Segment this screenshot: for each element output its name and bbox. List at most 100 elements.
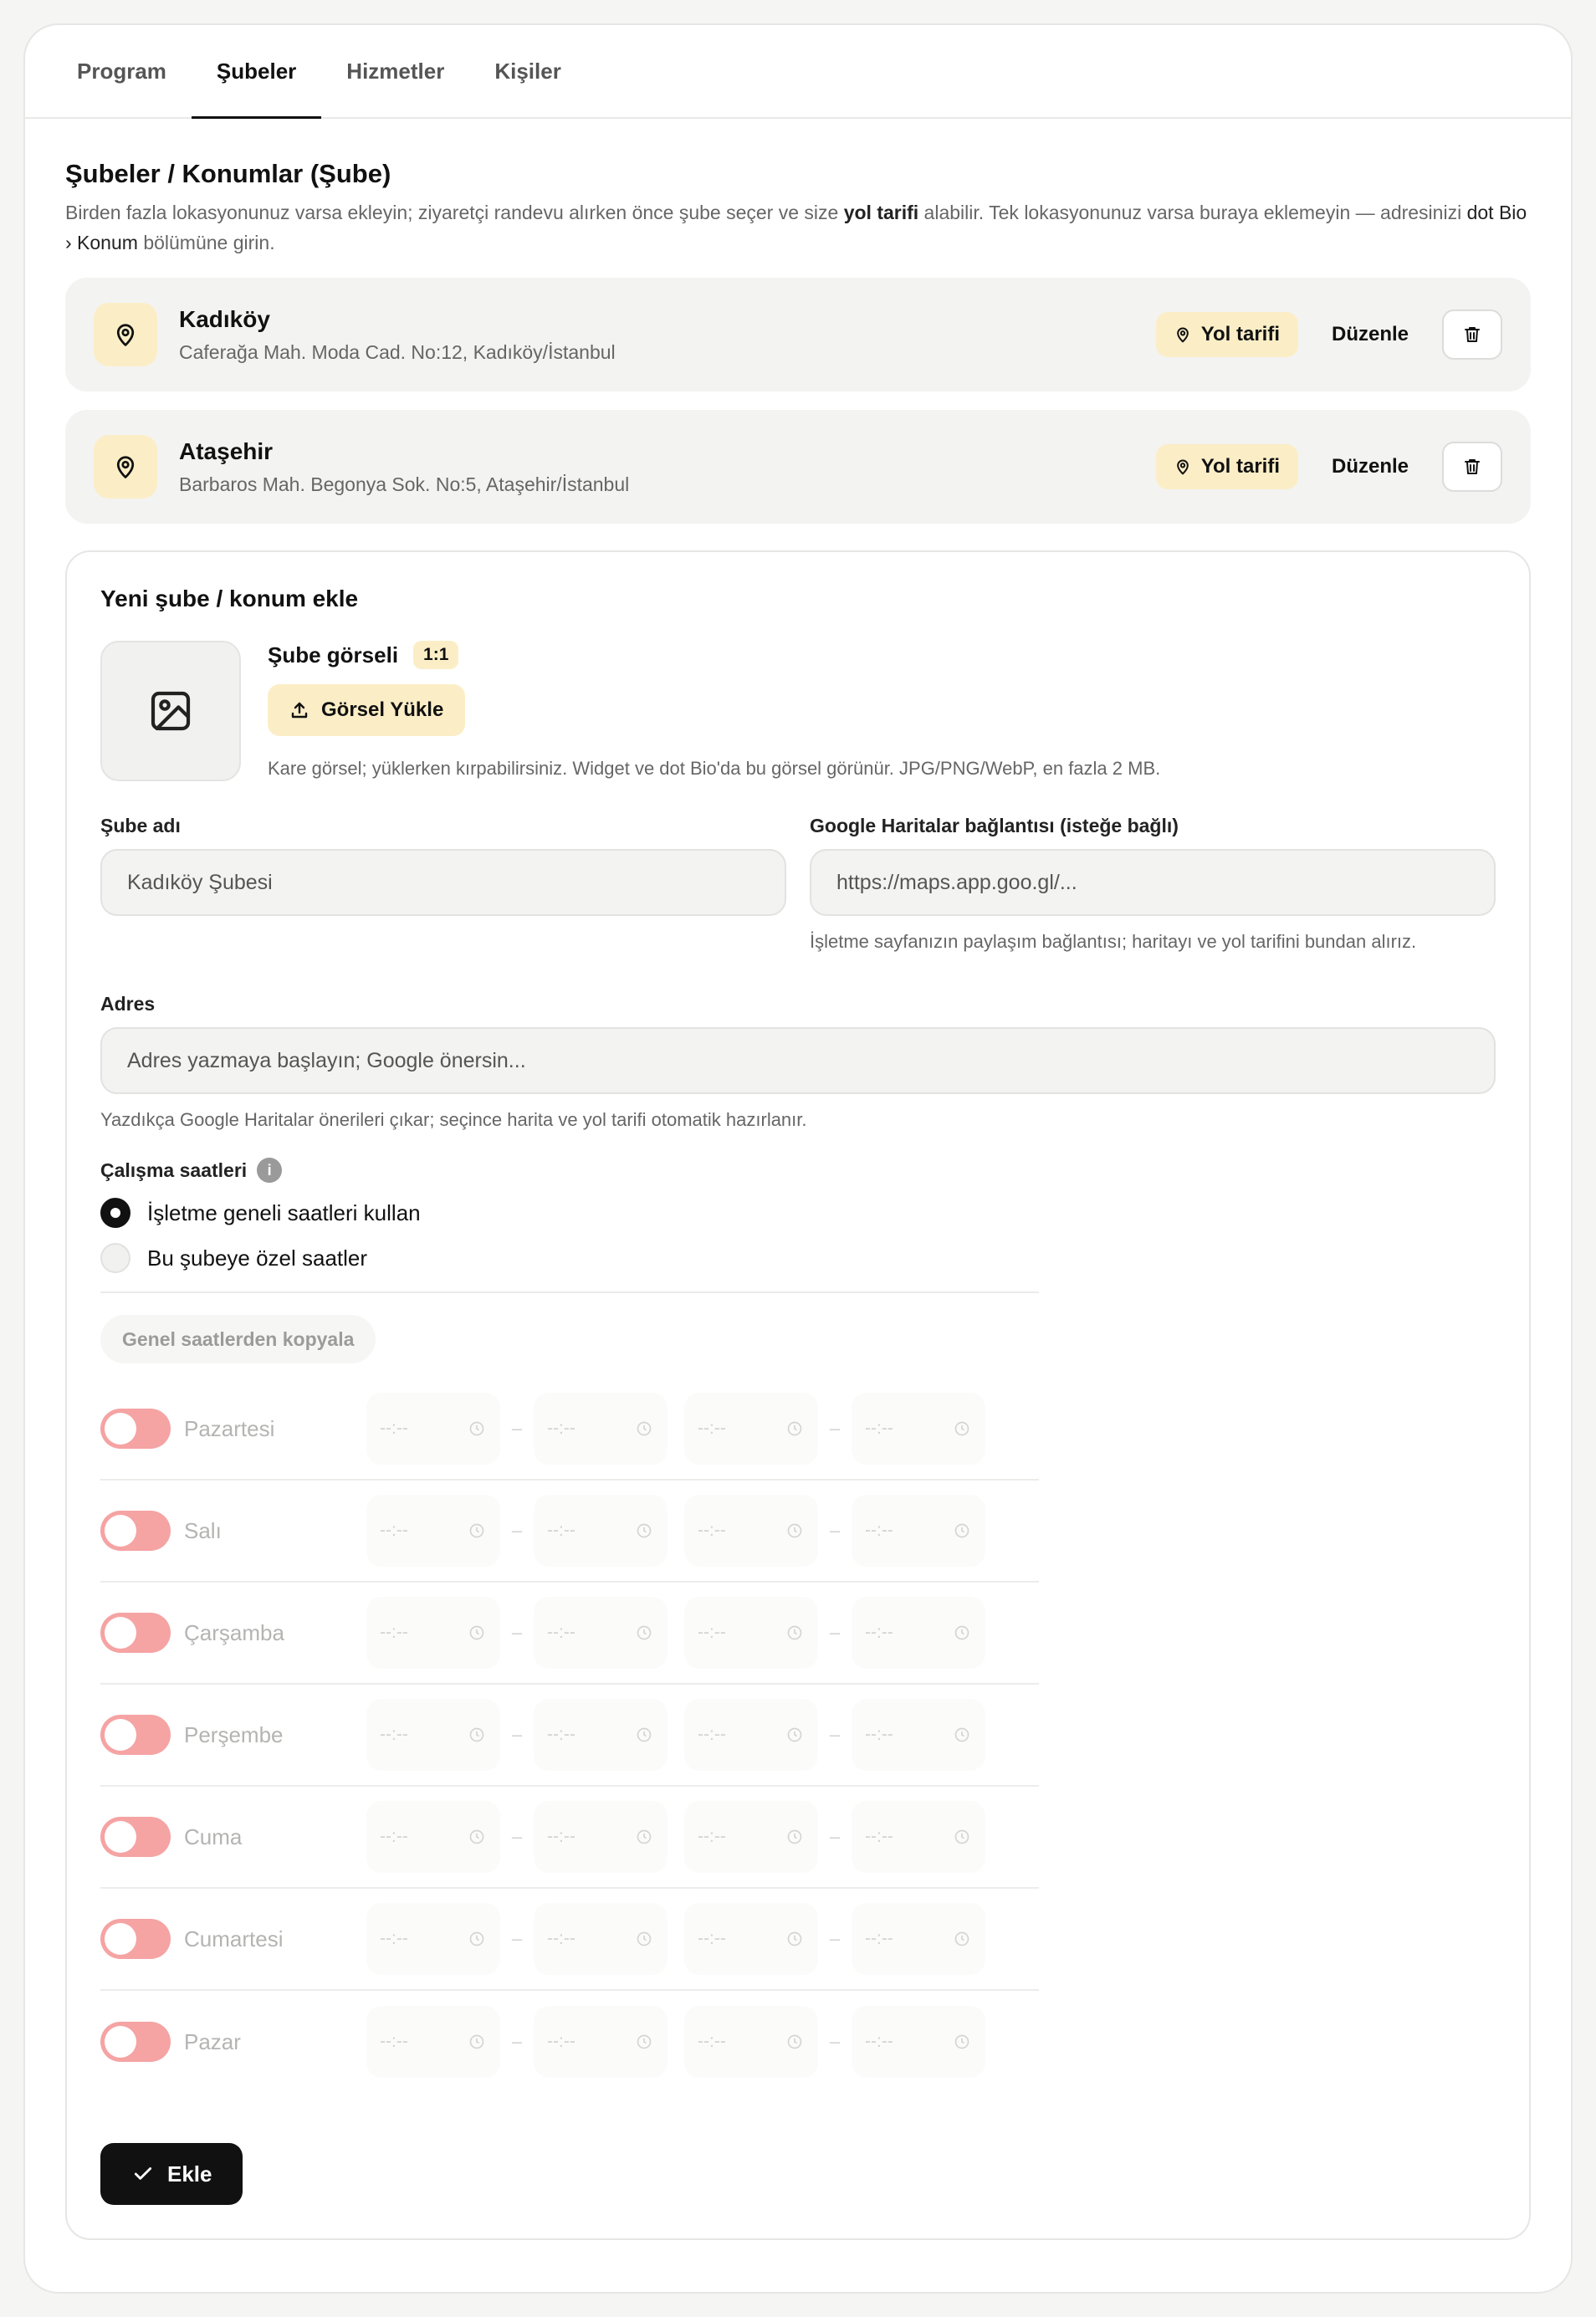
branch-info: Ataşehir Barbaros Mah. Begonya Sok. No:5… <box>179 438 1156 496</box>
time-input[interactable]: --:-- <box>684 2006 818 2078</box>
radio-option-general-hours[interactable]: İşletme geneli saatleri kullan <box>100 1198 1496 1228</box>
range-dash: – <box>829 1418 841 1439</box>
add-label: Ekle <box>167 2161 212 2187</box>
tab-program[interactable]: Program <box>52 25 192 117</box>
time-input[interactable]: --:-- <box>534 1597 668 1669</box>
time-input[interactable]: --:-- <box>534 1801 668 1873</box>
time-input[interactable]: --:-- <box>852 1903 985 1975</box>
add-button[interactable]: Ekle <box>100 2143 243 2205</box>
clock-icon <box>787 1931 802 1946</box>
range-dash: – <box>511 1520 523 1541</box>
radio-button[interactable] <box>100 1243 130 1273</box>
day-toggle[interactable] <box>100 1817 171 1857</box>
maps-link-input[interactable]: https://maps.app.goo.gl/... <box>810 849 1496 916</box>
time-input[interactable]: --:-- <box>684 1903 818 1975</box>
day-toggle[interactable] <box>100 2022 171 2062</box>
day-toggle[interactable] <box>100 1511 171 1551</box>
working-hours-heading: Çalışma saatleri i <box>100 1158 1496 1183</box>
time-input[interactable]: --:-- <box>366 1597 500 1669</box>
time-input[interactable]: --:-- <box>852 1597 985 1669</box>
time-input[interactable]: --:-- <box>852 1495 985 1567</box>
address-input[interactable]: Adres yazmaya başlayın; Google önersin..… <box>100 1027 1496 1094</box>
tab-branches[interactable]: Şubeler <box>191 25 322 119</box>
time-placeholder: --:-- <box>698 1929 726 1948</box>
time-placeholder: --:-- <box>547 2032 575 2051</box>
time-placeholder: --:-- <box>547 1521 575 1540</box>
image-placeholder[interactable] <box>100 641 241 781</box>
range-dash: – <box>511 1418 523 1439</box>
time-placeholder: --:-- <box>698 1827 726 1846</box>
info-icon[interactable]: i <box>257 1158 283 1183</box>
time-input[interactable]: --:-- <box>534 2006 668 2078</box>
clock-icon <box>787 1625 802 1640</box>
time-placeholder: --:-- <box>865 1623 893 1642</box>
time-input[interactable]: --:-- <box>852 2006 985 2078</box>
time-placeholder: --:-- <box>865 1725 893 1744</box>
check-icon <box>134 2167 152 2180</box>
time-input[interactable]: --:-- <box>852 1801 985 1873</box>
time-input[interactable]: --:-- <box>684 1699 818 1771</box>
branch-info: Kadıköy Caferağa Mah. Moda Cad. No:12, K… <box>179 306 1156 364</box>
time-input[interactable]: --:-- <box>852 1393 985 1465</box>
edit-button[interactable]: Düzenle <box>1332 455 1409 478</box>
time-placeholder: --:-- <box>547 1827 575 1846</box>
location-pin-icon <box>94 303 157 366</box>
day-toggle[interactable] <box>100 1409 171 1449</box>
day-toggle[interactable] <box>100 1613 171 1653</box>
range-dash: – <box>829 1826 841 1847</box>
clock-icon <box>469 1523 484 1538</box>
clock-icon <box>787 1421 802 1436</box>
clock-icon <box>469 1829 484 1844</box>
image-label-row: Şube görseli 1:1 <box>268 641 1160 669</box>
day-row: Pazartesi --:-- – --:-- --:-- – --:-- <box>100 1378 1039 1481</box>
time-input[interactable]: --:-- <box>684 1801 818 1873</box>
day-toggle[interactable] <box>100 1919 171 1959</box>
time-input[interactable]: --:-- <box>366 1495 500 1567</box>
range-dash: – <box>511 1724 523 1745</box>
tab-people[interactable]: Kişiler <box>469 25 586 117</box>
day-toggle[interactable] <box>100 1715 171 1755</box>
image-info: Şube görseli 1:1 Görsel Yükle Kare görse… <box>268 641 1160 781</box>
time-input[interactable]: --:-- <box>534 1903 668 1975</box>
clock-icon <box>787 2034 802 2049</box>
section-description: Birden fazla lokasyonunuz varsa ekleyin;… <box>65 197 1537 258</box>
clock-icon <box>469 2034 484 2049</box>
clock-icon <box>637 2034 652 2049</box>
copy-general-hours-button[interactable]: Genel saatlerden kopyala <box>100 1315 376 1363</box>
upload-image-button[interactable]: Görsel Yükle <box>268 684 466 736</box>
delete-button[interactable] <box>1442 309 1502 360</box>
time-input[interactable]: --:-- <box>534 1495 668 1567</box>
radio-label: İşletme geneli saatleri kullan <box>147 1199 421 1225</box>
directions-button[interactable]: Yol tarifi <box>1155 444 1298 489</box>
time-input[interactable]: --:-- <box>366 1801 500 1873</box>
day-row: Cuma --:-- – --:-- --:-- – --:-- <box>100 1787 1039 1889</box>
delete-button[interactable] <box>1442 442 1502 492</box>
desc-bold: yol tarifi <box>843 202 919 223</box>
clock-icon <box>954 1421 969 1436</box>
time-input[interactable]: --:-- <box>684 1495 818 1567</box>
clock-icon <box>954 2034 969 2049</box>
time-input[interactable]: --:-- <box>366 2006 500 2078</box>
time-input[interactable]: --:-- <box>534 1393 668 1465</box>
clock-icon <box>954 1727 969 1742</box>
branches-panel: Program Şubeler Hizmetler Kişiler Şubele… <box>23 23 1573 2294</box>
time-input[interactable]: --:-- <box>366 1699 500 1771</box>
time-input[interactable]: --:-- <box>534 1699 668 1771</box>
time-input[interactable]: --:-- <box>684 1597 818 1669</box>
time-placeholder: --:-- <box>698 1623 726 1642</box>
time-input[interactable]: --:-- <box>684 1393 818 1465</box>
edit-button[interactable]: Düzenle <box>1332 323 1409 346</box>
time-input[interactable]: --:-- <box>366 1903 500 1975</box>
branch-address: Barbaros Mah. Begonya Sok. No:5, Ataşehi… <box>179 473 630 495</box>
radio-button[interactable] <box>100 1198 130 1228</box>
time-input[interactable]: --:-- <box>852 1699 985 1771</box>
time-placeholder: --:-- <box>380 1725 408 1744</box>
time-input[interactable]: --:-- <box>366 1393 500 1465</box>
branch-name-input[interactable]: Kadıköy Şubesi <box>100 849 786 916</box>
time-placeholder: --:-- <box>698 1419 726 1438</box>
directions-button[interactable]: Yol tarifi <box>1155 312 1298 357</box>
image-section: Şube görseli 1:1 Görsel Yükle Kare görse… <box>100 641 1496 781</box>
tab-services[interactable]: Hizmetler <box>321 25 469 117</box>
clock-icon <box>637 1421 652 1436</box>
radio-option-custom-hours[interactable]: Bu şubeye özel saatler <box>100 1243 1496 1273</box>
